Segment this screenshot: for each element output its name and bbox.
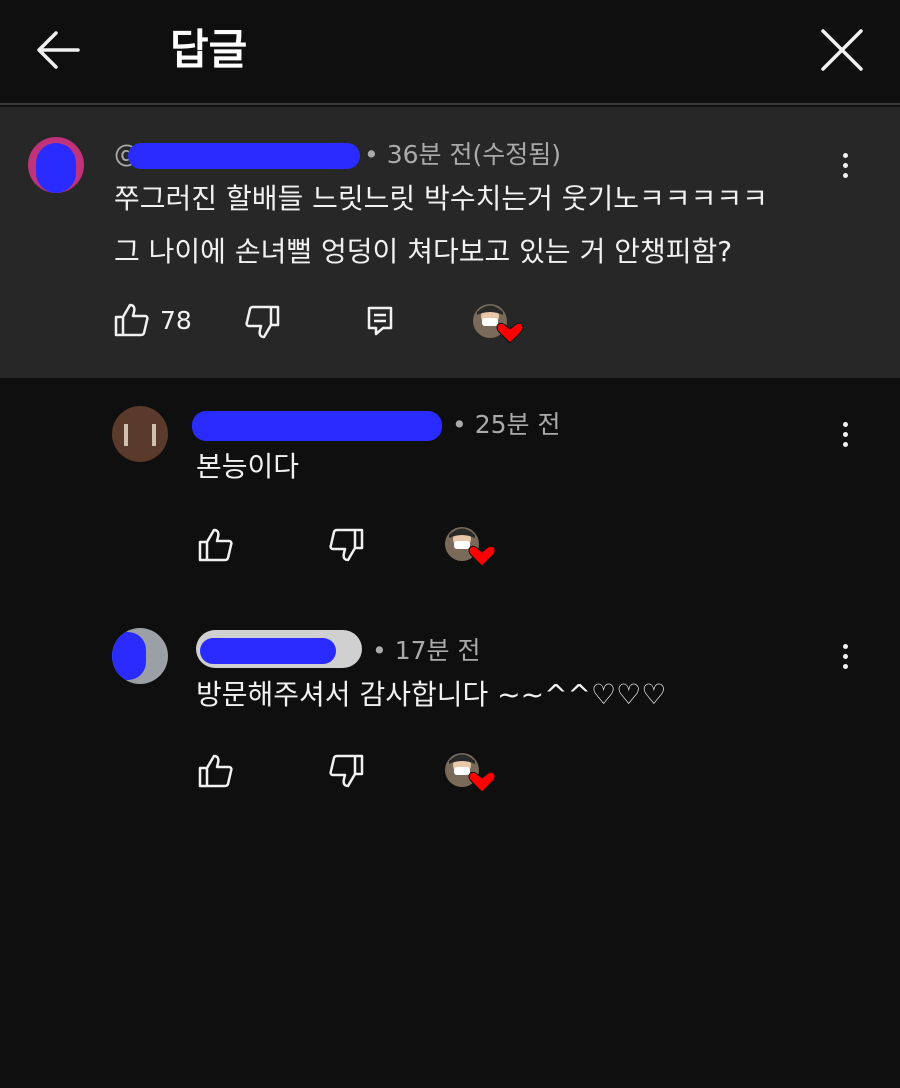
timestamp: • 36분 전(수정됨) <box>364 140 561 169</box>
reply-button[interactable] <box>366 305 394 337</box>
comment-header: @ • 17분 전 <box>196 630 480 668</box>
top-bar: 답글 <box>0 0 900 105</box>
creator-avatar-heart-icon <box>445 527 496 567</box>
like-button[interactable] <box>198 528 234 562</box>
redaction-mark <box>200 638 336 664</box>
like-count: 78 <box>160 305 192 335</box>
author-handle[interactable]: @ <box>114 139 360 169</box>
arrow-left-icon <box>37 31 80 69</box>
dislike-button[interactable] <box>328 754 364 788</box>
comment-header: @ • 36분 전(수정됨) <box>114 135 561 171</box>
avatar-image <box>124 424 128 446</box>
comment-text-line-1: 쭈그러진 할배들 느릿느릿 박수치는거 웃기노ㅋㅋㅋㅋㅋ <box>114 182 768 215</box>
creator-heart-badge <box>472 301 524 345</box>
comment-text: 방문해주셔서 감사합니다 ~~^^♡♡♡ <box>196 678 667 711</box>
dislike-button[interactable] <box>244 305 280 339</box>
creator-heart-badge <box>444 524 496 568</box>
timestamp: • 17분 전 <box>372 636 481 665</box>
close-button[interactable] <box>814 22 870 78</box>
comment-text-line-2: 그 나이에 손녀뻘 엉덩이 쳐다보고 있는 거 안챙피함? <box>114 235 733 268</box>
thumbs-down-icon <box>329 528 364 562</box>
close-icon <box>821 29 863 71</box>
creator-avatar-heart-icon <box>473 304 524 344</box>
back-button[interactable] <box>30 22 86 78</box>
more-options-button[interactable] <box>830 143 860 187</box>
reply-comment: @ • 17분 전 방문해주셔서 감사합니다 ~~^^♡♡♡ <box>0 604 900 830</box>
comment-text: 본능이다 <box>196 450 300 483</box>
author-handle[interactable]: @ <box>192 409 446 441</box>
creator-heart-badge <box>444 750 496 794</box>
timestamp: • 25분 전 <box>452 410 561 439</box>
like-button[interactable] <box>198 754 234 788</box>
like-button[interactable]: 78 <box>114 303 192 337</box>
avatar[interactable] <box>112 628 168 684</box>
page-title: 답글 <box>170 25 248 74</box>
redaction-mark <box>36 143 76 193</box>
thumbs-up-icon <box>114 303 149 337</box>
redaction-mark <box>112 632 146 680</box>
parent-comment: 김 @ • 36분 전(수정됨) 쭈그러진 할배들 느릿느릿 박수치는거 웃기노… <box>0 107 900 378</box>
creator-handle-chip[interactable]: @ <box>196 630 362 668</box>
redaction-mark <box>192 410 442 441</box>
more-options-button[interactable] <box>830 634 860 678</box>
comment-header: @ • 25분 전 <box>192 405 561 441</box>
avatar[interactable] <box>112 406 168 462</box>
comment-icon <box>367 306 393 336</box>
creator-avatar-heart-icon <box>445 753 496 793</box>
thumbs-down-icon <box>329 754 364 788</box>
thumbs-up-icon <box>198 754 233 788</box>
avatar[interactable]: 김 <box>28 137 84 193</box>
thumbs-up-icon <box>198 528 233 562</box>
avatar-image <box>152 424 156 446</box>
dislike-button[interactable] <box>328 528 364 562</box>
thumbs-down-icon <box>245 305 280 339</box>
redaction-mark <box>128 142 360 169</box>
more-options-button[interactable] <box>830 412 860 456</box>
reply-comment: @ • 25분 전 본능이다 <box>0 378 900 604</box>
